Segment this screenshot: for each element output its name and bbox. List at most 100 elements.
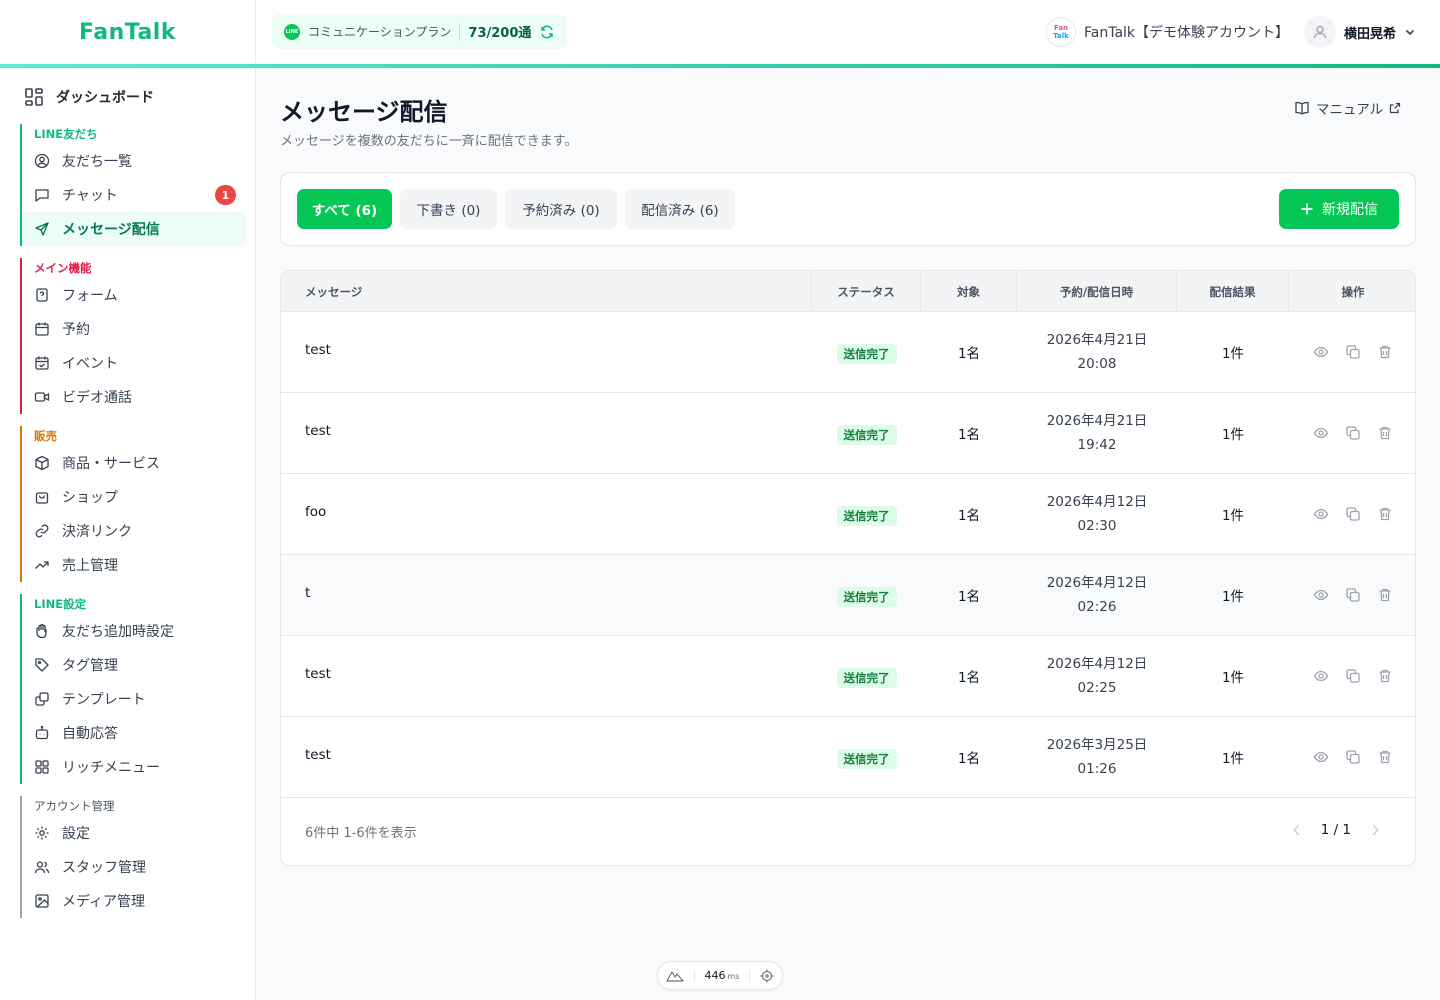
sidebar-item-media[interactable]: メディア管理 [22,884,246,918]
table-row[interactable]: test 送信完了 1名 2026年4月21日 20:08 1件 [281,310,1415,393]
sidebar-item-staff[interactable]: スタッフ管理 [22,850,246,884]
message-cell: test [281,310,812,390]
users-icon [34,861,50,874]
group-title: LINE友だち [34,127,98,141]
eye-icon[interactable] [1313,506,1329,522]
date-cell: 2026年4月12日 02:26 [1017,555,1177,635]
sidebar-item-label: 売上管理 [62,558,118,574]
sidebar-item-label: タグ管理 [62,658,118,674]
account-switcher[interactable]: Fan Talk FanTalk【デモ体験アカウント】 [1046,16,1289,48]
sidebar: ダッシュボード LINE友だち 友だち一覧 チャット 1 メッセージ配信 メイン… [0,68,256,1000]
date-cell: 2026年4月12日 02:30 [1017,474,1177,554]
sidebar-item-label: メッセージ配信 [62,222,160,238]
sidebar-item-tag-management[interactable]: タグ管理 [22,648,246,682]
trash-icon[interactable] [1377,749,1393,765]
sidebar-item-label: 友だち追加時設定 [62,624,174,640]
sidebar-item-video-call[interactable]: ビデオ通話 [22,380,246,414]
sidebar-item-form[interactable]: フォーム [22,278,246,312]
date-cell: 2026年3月25日 01:26 [1017,717,1177,797]
sidebar-item-friends-list[interactable]: 友だち一覧 [22,144,246,178]
copy-icon[interactable] [1345,344,1361,360]
sidebar-item-event[interactable]: イベント [22,346,246,380]
plan-name: コミュニケーションプラン [308,25,452,39]
plan-indicator: LINE コミュニケーションプラン 73/200通 [272,14,568,49]
sidebar-item-label: ダッシュボード [56,90,154,106]
chevron-right-icon[interactable] [1369,823,1381,837]
trash-icon[interactable] [1377,506,1393,522]
group-title: アカウント管理 [34,799,115,813]
app-logo[interactable]: FanTalk [79,20,176,45]
copy-icon[interactable] [1345,425,1361,441]
sidebar-item-friend-add-settings[interactable]: 友だち追加時設定 [22,614,246,648]
sidebar-item-label: ショップ [62,490,118,506]
tab-draft[interactable]: 下書き (0) [400,189,497,229]
eye-icon[interactable] [1313,587,1329,603]
eye-icon[interactable] [1313,668,1329,684]
trash-icon[interactable] [1377,425,1393,441]
table-row[interactable]: t 送信完了 1名 2026年4月12日 02:26 1件 [281,555,1415,636]
sidebar-item-settings[interactable]: 設定 [22,816,246,850]
status-cell: 送信完了 [812,636,921,716]
copy-icon[interactable] [1345,749,1361,765]
copy-icon[interactable] [1345,587,1361,603]
box-icon [35,455,49,471]
eye-icon[interactable] [1313,749,1329,765]
sidebar-item-template[interactable]: テンプレート [22,682,246,716]
target-count: 1名 [957,427,981,443]
copy-icon[interactable] [1345,668,1361,684]
time-text: 01:26 [1077,761,1117,777]
sidebar-item-auto-reply[interactable]: 自動応答 [22,716,246,750]
new-broadcast-button[interactable]: 新規配信 [1279,189,1399,229]
manual-link[interactable]: マニュアル [1294,99,1401,118]
manual-label: マニュアル [1316,102,1384,118]
logo-area[interactable]: FanTalk [0,0,256,64]
column-header-target[interactable]: 対象 [921,271,1017,312]
eye-icon[interactable] [1313,344,1329,360]
row-actions [1313,344,1393,360]
user-menu[interactable]: 横田晃希 [1304,16,1416,48]
column-header-status[interactable]: ステータス [812,271,921,312]
result-count: 1件 [1221,589,1245,605]
date-text: 2026年4月21日 [1046,332,1148,348]
message-text: t [305,585,311,601]
crosshair-icon[interactable] [760,969,774,983]
sidebar-item-chat[interactable]: チャット 1 [22,178,246,212]
table-row[interactable]: foo 送信完了 1名 2026年4月12日 02:30 1件 [281,474,1415,555]
trash-icon[interactable] [1377,344,1393,360]
broadcast-table: メッセージ ステータス 対象 予約/配信日時 配信結果 操作 test 送信完了 1… [280,270,1416,866]
column-header-date[interactable]: 予約/配信日時 [1017,271,1177,312]
template-copy-icon [35,692,49,706]
column-header-message[interactable]: メッセージ [281,271,812,312]
trash-icon[interactable] [1377,587,1393,603]
table-row[interactable]: test 送信完了 1名 2026年4月21日 19:42 1件 [281,393,1415,474]
robot-icon [35,725,49,740]
trash-icon[interactable] [1377,668,1393,684]
tab-sent[interactable]: 配信済み (6) [625,189,735,229]
sidebar-item-reservation[interactable]: 予約 [22,312,246,346]
sidebar-item-dashboard[interactable]: ダッシュボード [24,85,154,109]
table-row[interactable]: test 送信完了 1名 2026年3月25日 01:26 1件 [281,717,1415,798]
eye-icon[interactable] [1313,425,1329,441]
result-count: 6件中 1-6件を表示 [305,826,417,841]
tab-scheduled[interactable]: 予約済み (0) [505,189,617,229]
refresh-icon[interactable] [539,24,555,40]
sidebar-item-message-broadcast[interactable]: メッセージ配信 [22,212,246,246]
column-header-result[interactable]: 配信結果 [1177,271,1289,312]
chevron-left-icon[interactable] [1291,823,1303,837]
sidebar-item-products[interactable]: 商品・サービス [22,446,246,480]
message-text: test [305,747,331,763]
table-row[interactable]: test 送信完了 1名 2026年4月12日 02:25 1件 [281,636,1415,717]
time-text: 02:26 [1077,599,1117,615]
sidebar-item-label: 予約 [62,322,90,338]
sidebar-item-rich-menu[interactable]: リッチメニュー [22,750,246,784]
sidebar-item-shop[interactable]: ショップ [22,480,246,514]
plus-icon [1301,203,1313,215]
target-cell: 1名 [921,474,1017,554]
sidebar-item-sales-management[interactable]: 売上管理 [22,548,246,582]
plan-message-count: 73/200通 [468,26,532,41]
top-header: FanTalk LINE コミュニケーションプラン 73/200通 Fan Ta… [0,0,1440,65]
tab-all[interactable]: すべて (6) [297,189,392,229]
copy-icon[interactable] [1345,506,1361,522]
sidebar-item-payment-link[interactable]: 決済リンク [22,514,246,548]
target-cell: 1名 [921,717,1017,797]
